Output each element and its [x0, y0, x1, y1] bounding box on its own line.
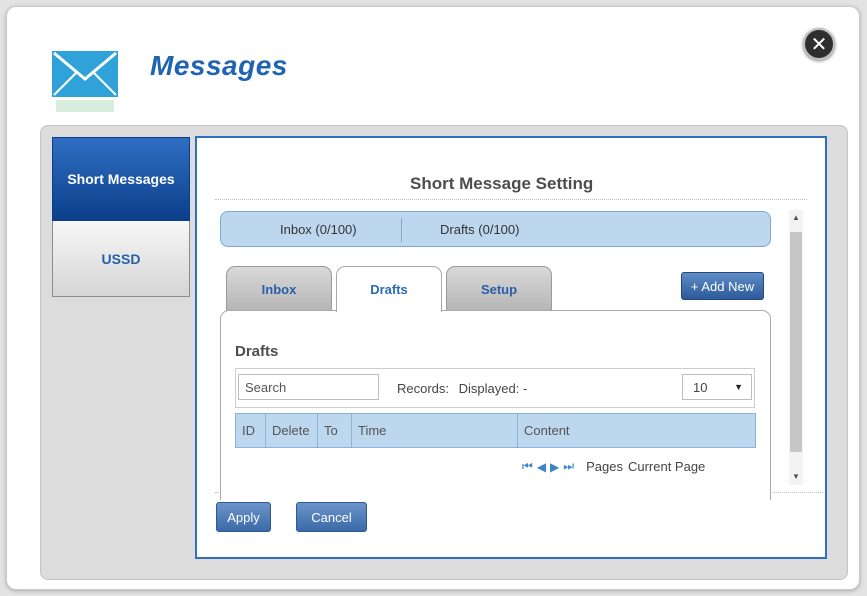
sidebar-item-label: Short Messages [67, 171, 175, 187]
tab-inbox[interactable]: Inbox [226, 266, 332, 311]
chevron-down-icon: ▼ [734, 382, 743, 392]
message-counts-bar: Inbox (0/100) Drafts (0/100) [220, 211, 771, 247]
inbox-count: Inbox (0/100) [280, 222, 357, 237]
apply-button[interactable]: Apply [216, 502, 271, 532]
drafts-count: Drafts (0/100) [440, 222, 520, 237]
scrollbar-thumb[interactable] [790, 232, 802, 452]
tab-label: Drafts [370, 282, 408, 297]
page-size-value: 10 [693, 379, 708, 395]
sidebar: Short Messages USSD [52, 137, 190, 297]
divider [215, 199, 807, 200]
tab-label: Setup [480, 281, 518, 297]
first-page-icon[interactable]: ⏮ [522, 459, 533, 474]
column-header-id[interactable]: ID [235, 413, 266, 448]
pages-label: Pages [586, 459, 623, 474]
tab-drafts[interactable]: Drafts [336, 266, 442, 312]
scroll-up-icon[interactable]: ▲ [789, 213, 803, 222]
page-title: Messages [150, 50, 288, 81]
pagination: ⏮ ◀ ▶ ⏭ Pages Current Page [522, 459, 705, 474]
tab-label: Inbox [261, 281, 297, 297]
section-heading: Drafts [235, 343, 279, 360]
displayed-label: Displayed: - [458, 381, 528, 396]
table-header-row: ID Delete To Time Content [235, 413, 756, 448]
search-input[interactable] [238, 374, 379, 400]
records-info: Records: Displayed: - [397, 381, 533, 396]
scroll-down-icon[interactable]: ▼ [789, 472, 803, 481]
scrollbar[interactable]: ▲ ▼ [789, 210, 803, 485]
tab-setup[interactable]: Setup [446, 266, 552, 311]
column-header-to[interactable]: To [317, 413, 352, 448]
panel-title: Short Message Setting [410, 174, 594, 193]
close-icon[interactable]: ✕ [803, 28, 835, 60]
envelope-icon [50, 45, 120, 115]
column-header-time[interactable]: Time [351, 413, 518, 448]
sidebar-item-label: USSD [101, 250, 141, 267]
drafts-table: ID Delete To Time Content [235, 413, 756, 448]
records-label: Records: [397, 381, 450, 396]
sidebar-item-short-messages[interactable]: Short Messages [52, 137, 190, 221]
sidebar-item-ussd[interactable]: USSD [52, 221, 190, 297]
column-header-content[interactable]: Content [517, 413, 756, 448]
column-header-delete[interactable]: Delete [265, 413, 318, 448]
page-size-select[interactable]: 10 ▼ [682, 374, 752, 400]
previous-page-icon[interactable]: ◀ [537, 460, 546, 474]
cancel-button[interactable]: Cancel [296, 502, 367, 532]
last-page-icon[interactable]: ⏭ [563, 459, 574, 474]
add-new-button[interactable]: + Add New [681, 272, 764, 300]
next-page-icon[interactable]: ▶ [550, 460, 559, 474]
current-page-label: Current Page [627, 459, 706, 474]
divider [401, 218, 402, 242]
